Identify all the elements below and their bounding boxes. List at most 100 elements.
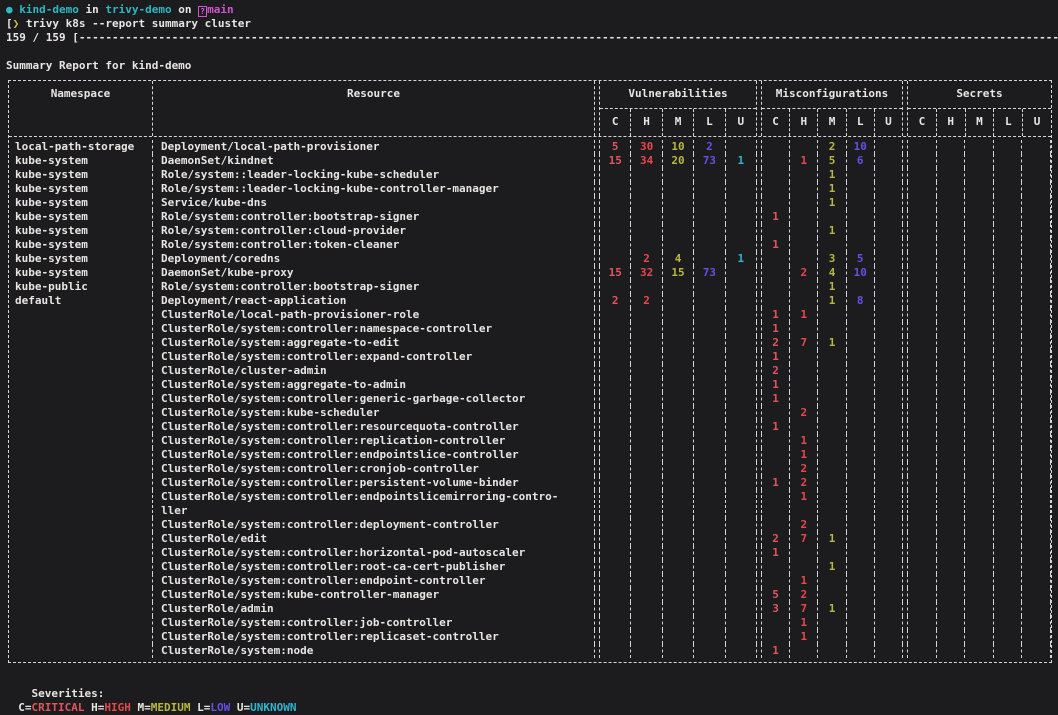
namespace-cell [9,448,153,462]
severity-group-cells [907,210,1051,224]
severity-count-cell [726,182,756,196]
severity-count-cell [631,420,662,434]
severity-count-cell [908,406,937,420]
namespace-cell [9,588,153,602]
severity-group-cells: 2 [761,518,903,532]
severity-count-cell [818,238,846,252]
severity-count-cell [694,644,725,658]
severity-count-cell: 1 [790,616,818,630]
severity-group-cells: 271 [761,532,903,546]
resource-line: Role/system:controller:bootstrap-signer [161,210,594,224]
severity-count-cell [790,350,818,364]
severity-count-cell [937,154,966,168]
severity-count-cell [726,294,756,308]
severity-count-cell [600,308,631,322]
severity-count-cell: 1 [790,574,818,588]
severity-count-cell [631,644,662,658]
namespace-cell [9,518,153,532]
severity-group-cells: 1 [761,182,903,196]
severity-count-cell [1022,532,1050,546]
resource-cell: ClusterRole/edit [153,532,595,546]
severity-group-cells [907,154,1051,168]
severity-group-cells [599,644,757,658]
resource-cell: ClusterRole/system:controller:replicaset… [153,630,595,644]
namespace-cell [9,644,153,658]
cwd-label: kind-demo [19,3,79,16]
severity-count-cell [726,518,756,532]
severity-count-cell [762,252,790,266]
severity-count-cell [908,518,937,532]
severity-group-cells [599,476,757,490]
severity-count-cell [994,294,1023,308]
severity-count-cell [631,210,662,224]
severity-column-header: U [1023,109,1051,136]
severity-group-cells: 1 [761,350,903,364]
resource-cell: Deployment/react-application [153,294,595,308]
severity-count-cell [965,616,994,630]
severity-count-cell [631,490,662,518]
severity-count-cell [631,168,662,182]
severity-count-cell [875,252,902,266]
severity-count-cell [875,154,902,168]
severity-count-cell [663,616,694,630]
severity-count-cell [631,574,662,588]
severity-count-cell [663,588,694,602]
resource-cell: ClusterRole/system:controller:expand-con… [153,350,595,364]
severity-count-cell [790,140,818,154]
severity-count-cell [847,630,875,644]
severity-group-cells [907,406,1051,420]
severity-group-cells [907,434,1051,448]
severity-count-cell: 10 [663,140,694,154]
prompt-command-line: [❯ trivy k8s --report summary cluster [0,17,1058,31]
severity-count-cell [875,532,902,546]
severity-group-cells: 156 [761,154,903,168]
table-row: ClusterRole/system:controller:replicaset… [9,630,1051,644]
severity-count-cell [663,462,694,476]
namespace-cell: kube-public [9,280,153,294]
severity-count-cell [694,350,725,364]
severity-group-cells: 1 [761,280,903,294]
table-row: ClusterRole/system:controller:generic-ga… [9,392,1051,406]
severity-group-cells [907,140,1051,154]
severity-count-cell [875,378,902,392]
severity-count-cell [908,168,937,182]
group-header-secrets: SecretsCHMLU [907,81,1051,136]
severity-count-cell [762,490,790,518]
severity-count-cell [965,182,994,196]
namespace-cell [9,364,153,378]
severity-count-cell [790,168,818,182]
severity-count-cell [762,448,790,462]
severity-count-cell [965,462,994,476]
severity-count-cell [965,168,994,182]
severity-count-cell: 1 [762,392,790,406]
severity-count-cell [631,630,662,644]
severity-count-cell [937,350,966,364]
severity-count-cell [875,476,902,490]
severity-count-cell [818,462,846,476]
severity-count-cell [994,518,1023,532]
severity-group-cells [599,322,757,336]
severity-count-cell [726,490,756,518]
namespace-cell [9,560,153,574]
resource-line: Deployment/local-path-provisioner [161,140,594,154]
namespace-cell: kube-system [9,266,153,280]
severity-count-cell [726,336,756,350]
severity-count-cell [937,420,966,434]
severity-count-cell [994,560,1023,574]
severity-count-cell [790,294,818,308]
severity-group-cells [599,434,757,448]
table-row: ClusterRole/system:controller:job-contro… [9,616,1051,630]
table-row: kube-systemDeployment/coredns24135 [9,252,1051,266]
severity-count-cell [631,322,662,336]
resource-cell: Deployment/local-path-provisioner [153,140,595,154]
terminal[interactable]: ● kind-demo in trivy-demo on ?main [❯ tr… [0,0,1058,696]
severity-count-cell [847,588,875,602]
resource-line: ClusterRole/edit [161,532,594,546]
severity-count-cell [1022,588,1050,602]
namespace-cell [9,308,153,322]
severity-count-cell [631,308,662,322]
table-row: ClusterRole/system:controller:cronjob-co… [9,462,1051,476]
severity-count-cell [818,574,846,588]
severity-count-cell: 1 [762,350,790,364]
severity-count-cell [600,238,631,252]
